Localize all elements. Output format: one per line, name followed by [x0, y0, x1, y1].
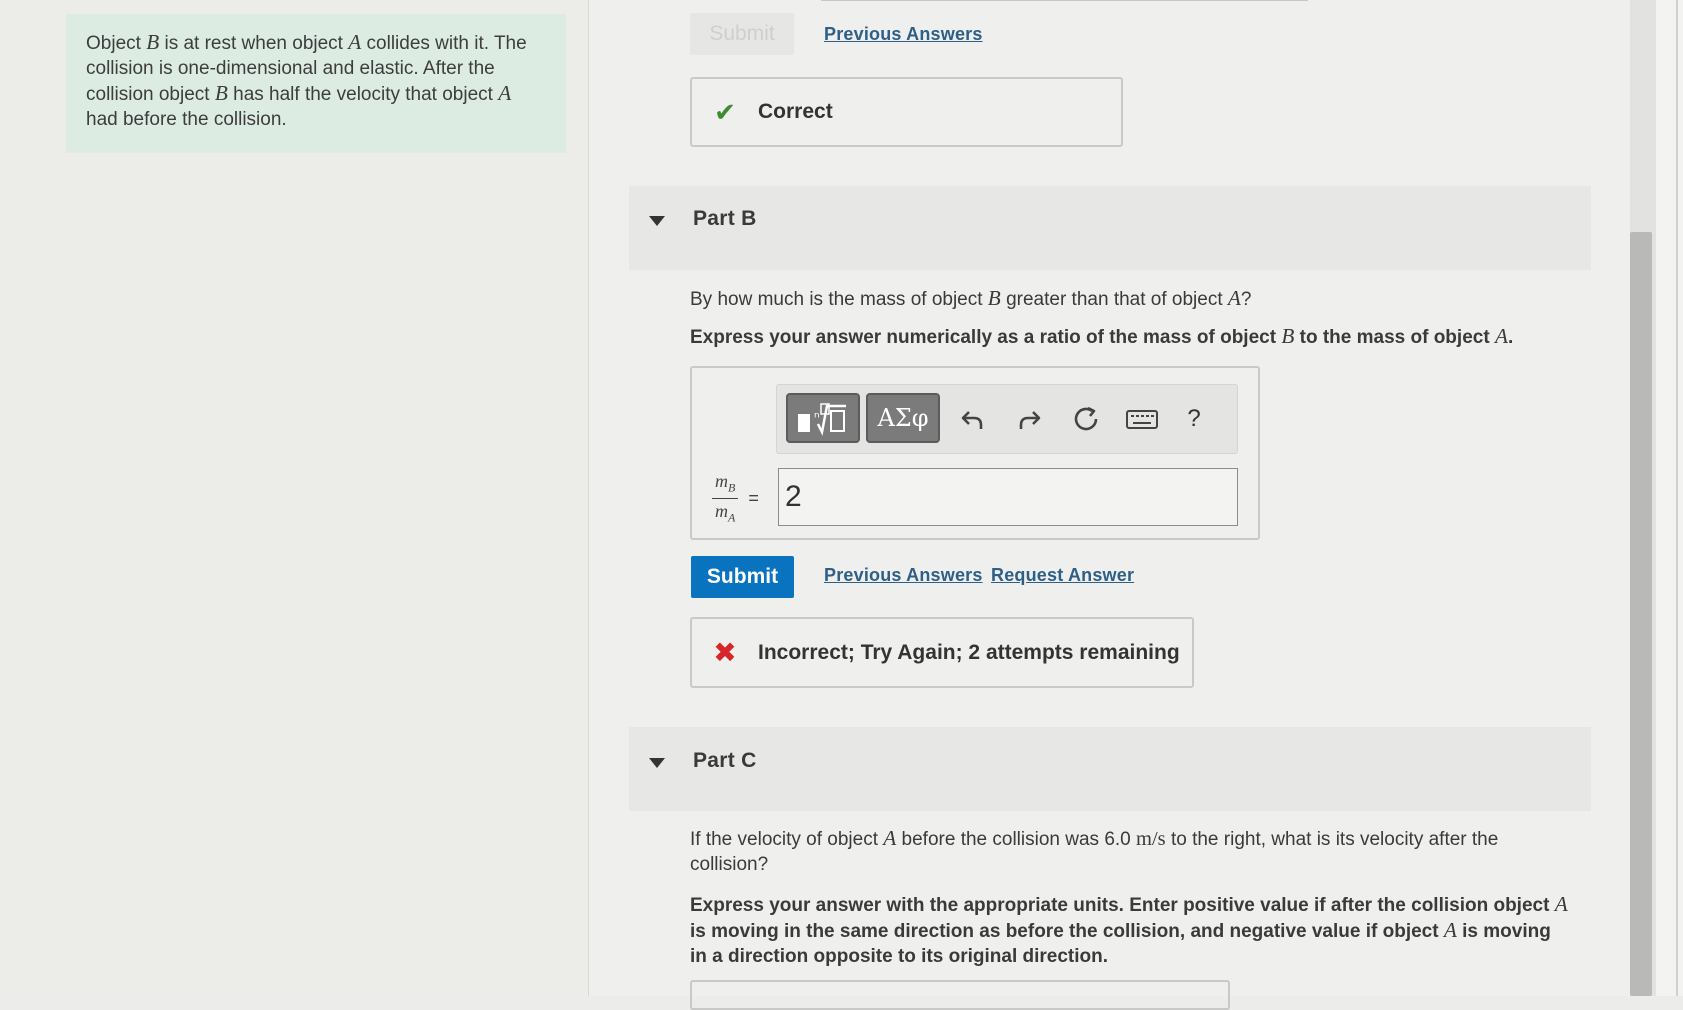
symbols-button[interactable]: ΑΣφ [866, 393, 940, 443]
answer-label-ratio: mB mA = [712, 471, 759, 525]
part-b-previous-answers-link[interactable]: Previous Answers [824, 565, 983, 586]
left-panel: Object B is at rest when object A collid… [0, 0, 589, 996]
part-c-instructions: Express your answer with the appropriate… [690, 892, 1568, 967]
part-c-header[interactable] [629, 727, 1591, 811]
part-b-question: By how much is the mass of object B grea… [690, 286, 1252, 310]
part-c-question: If the velocity of object A before the c… [690, 826, 1499, 875]
part-a-submit-button: Submit [690, 13, 794, 55]
part-c-title[interactable]: Part C [693, 749, 757, 773]
cross-icon: ✖ [713, 637, 737, 668]
part-a-feedback-correct: ✔ Correct [690, 77, 1123, 147]
scrollbar-thumb[interactable] [1630, 232, 1652, 996]
mass-ratio-fraction: mB mA [712, 471, 739, 525]
window-edge [1656, 0, 1683, 996]
part-b-title[interactable]: Part B [693, 207, 757, 231]
divider [1676, 0, 1678, 996]
question-panel: Submit Previous Answers ✔ Correct Part B… [589, 0, 1630, 1010]
part-b-answer-input[interactable] [778, 468, 1238, 526]
part-b-submit-button[interactable]: Submit [691, 556, 794, 598]
part-a-previous-answers-link[interactable]: Previous Answers [824, 24, 983, 45]
part-b-instructions: Express your answer numerically as a rat… [690, 324, 1514, 348]
redo-icon[interactable] [1009, 399, 1049, 439]
part-c-answer-box[interactable] [690, 980, 1230, 1010]
templates-button[interactable]: ⁿ [786, 393, 860, 443]
templates-icon: ⁿ [798, 403, 846, 436]
help-icon[interactable]: ? [1174, 399, 1214, 439]
part-b-feedback-incorrect: ✖ Incorrect; Try Again; 2 attempts remai… [690, 617, 1194, 688]
divider [821, 0, 1308, 1]
part-b-answer-box: ⁿ ΑΣφ ? mB mA = 2 [690, 366, 1260, 540]
keyboard-icon[interactable] [1122, 399, 1162, 439]
svg-text:ⁿ: ⁿ [814, 410, 820, 426]
math-toolbar: ⁿ ΑΣφ ? [776, 384, 1238, 454]
part-b-header[interactable] [629, 186, 1591, 270]
equals-sign: = [748, 487, 759, 508]
collapse-caret-icon[interactable] [649, 758, 665, 768]
undo-icon[interactable] [953, 399, 993, 439]
reset-icon[interactable] [1066, 399, 1106, 439]
feedback-text: Incorrect; Try Again; 2 attempts remaini… [758, 640, 1180, 664]
collapse-caret-icon[interactable] [649, 216, 665, 226]
problem-statement: Object B is at rest when object A collid… [66, 14, 566, 153]
checkmark-icon: ✔ [714, 96, 736, 127]
feedback-text: Correct [758, 100, 833, 123]
part-b-request-answer-link[interactable]: Request Answer [991, 565, 1134, 586]
